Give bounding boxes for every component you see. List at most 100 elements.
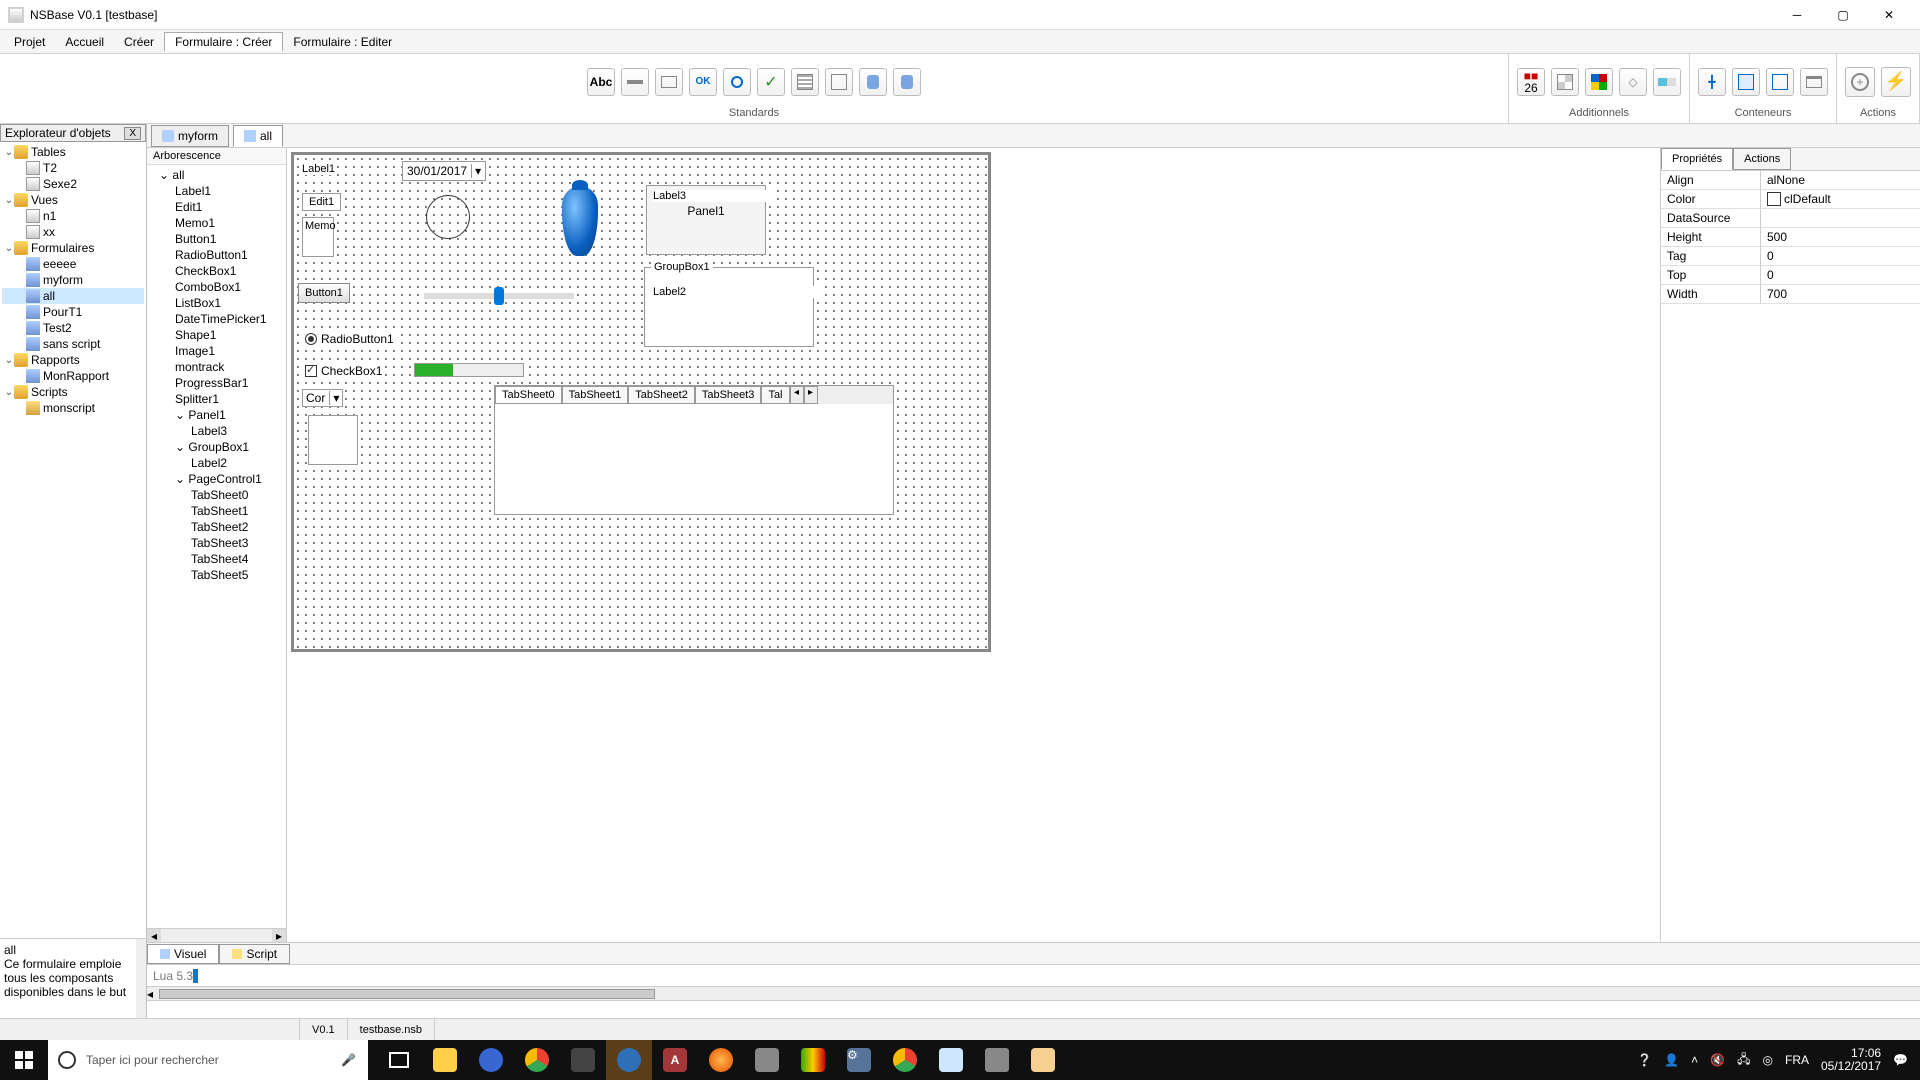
arbo-hscroll[interactable]: ◂ ▸ bbox=[147, 928, 286, 942]
tray-network-icon[interactable]: 🖧 bbox=[1737, 1050, 1750, 1071]
script-editor-line[interactable]: Lua 5.3 bbox=[147, 964, 1920, 986]
tree-node-all[interactable]: all bbox=[2, 288, 144, 304]
tab-actions[interactable]: Actions bbox=[1733, 148, 1791, 170]
tree-node-monscript[interactable]: monscript bbox=[2, 400, 144, 416]
tray-notifications-icon[interactable]: 💬 bbox=[1893, 1053, 1908, 1067]
microphone-icon[interactable]: 🎤 bbox=[341, 1053, 368, 1067]
design-label1[interactable]: Label1 bbox=[302, 163, 335, 175]
app-gear[interactable]: ⚙ bbox=[836, 1040, 882, 1080]
arbo-combobox1[interactable]: ComboBox1 bbox=[149, 279, 284, 295]
tool-grid[interactable] bbox=[1551, 68, 1579, 96]
design-pagecontrol1[interactable]: TabSheet0 TabSheet1 TabSheet2 TabSheet3 … bbox=[494, 385, 894, 515]
tab-proprietes[interactable]: Propriétés bbox=[1661, 148, 1733, 170]
tray-language[interactable]: FRA bbox=[1785, 1053, 1809, 1067]
prop-row-color[interactable]: Color clDefault bbox=[1661, 190, 1920, 209]
tool-groupbox[interactable] bbox=[1766, 68, 1794, 96]
tree-node-sans-script[interactable]: sans script bbox=[2, 336, 144, 352]
taskbar-search[interactable]: Taper ici pour rechercher 🎤 bbox=[48, 1040, 368, 1080]
form-tab-myform[interactable]: myform bbox=[151, 125, 229, 147]
taskview-button[interactable] bbox=[376, 1040, 422, 1080]
tray-chevron-up-icon[interactable]: ˄ bbox=[1691, 1053, 1698, 1067]
tree-node-rapports[interactable]: ⌄Rapports bbox=[2, 352, 144, 368]
design-panel1[interactable]: Label3 Panel1 bbox=[646, 185, 766, 255]
tray-people-icon[interactable]: 👤 bbox=[1664, 1053, 1679, 1067]
tool-panel[interactable] bbox=[1732, 68, 1760, 96]
tool-db1[interactable] bbox=[859, 68, 887, 96]
tree-node-myform[interactable]: myform bbox=[2, 272, 144, 288]
tab-sheet3[interactable]: TabSheet3 bbox=[695, 386, 762, 404]
app-db[interactable] bbox=[744, 1040, 790, 1080]
menu-projet[interactable]: Projet bbox=[4, 33, 55, 51]
menu-creer[interactable]: Créer bbox=[114, 33, 164, 51]
design-groupbox1[interactable]: GroupBox1 Label2 bbox=[644, 267, 814, 347]
tray-volume-icon[interactable]: 🔇 bbox=[1710, 1053, 1725, 1067]
arbo-montrack[interactable]: montrack bbox=[149, 359, 284, 375]
design-image1[interactable] bbox=[550, 181, 610, 261]
tree-node-test2[interactable]: Test2 bbox=[2, 320, 144, 336]
tool-splitter[interactable]: ╋ bbox=[1698, 68, 1726, 96]
prop-row-datasource[interactable]: DataSource bbox=[1661, 209, 1920, 228]
tree-node-monrapport[interactable]: MonRapport bbox=[2, 368, 144, 384]
script-hscroll[interactable]: ◂ bbox=[147, 986, 1920, 1000]
tree-node-sexe2[interactable]: Sexe2 bbox=[2, 176, 144, 192]
explorer-info-scrollbar[interactable] bbox=[136, 939, 146, 1018]
arbo-tabsheet2[interactable]: TabSheet2 bbox=[149, 519, 284, 535]
component-tree[interactable]: ⌄ all Label1 Edit1 Memo1 Button1 RadioBu… bbox=[147, 165, 286, 928]
maximize-button[interactable]: ▢ bbox=[1820, 0, 1866, 30]
design-label3[interactable]: Label3 bbox=[653, 190, 771, 202]
design-memo1[interactable]: Memo bbox=[302, 217, 334, 257]
app-generic1[interactable] bbox=[468, 1040, 514, 1080]
menu-accueil[interactable]: Accueil bbox=[55, 33, 114, 51]
prop-row-width[interactable]: Width 700 bbox=[1661, 285, 1920, 304]
tool-edit[interactable] bbox=[621, 68, 649, 96]
design-radiobutton1[interactable]: RadioButton1 bbox=[302, 331, 397, 347]
app-access[interactable]: A bbox=[652, 1040, 698, 1080]
arbo-memo1[interactable]: Memo1 bbox=[149, 215, 284, 231]
prop-row-height[interactable]: Height 500 bbox=[1661, 228, 1920, 247]
arbo-pagecontrol1[interactable]: ⌄ PageControl1 bbox=[149, 471, 284, 487]
tool-label[interactable]: Abc bbox=[587, 68, 615, 96]
design-edit1[interactable]: Edit1 bbox=[302, 193, 341, 211]
app-explorer[interactable] bbox=[422, 1040, 468, 1080]
tab-nav-next[interactable]: ▸ bbox=[804, 386, 818, 404]
arbo-tabsheet1[interactable]: TabSheet1 bbox=[149, 503, 284, 519]
app-libre[interactable] bbox=[790, 1040, 836, 1080]
arbo-radiobutton1[interactable]: RadioButton1 bbox=[149, 247, 284, 263]
chevron-down-icon[interactable]: ▾ bbox=[471, 164, 481, 178]
hscroll-thumb[interactable] bbox=[159, 989, 655, 999]
minimize-button[interactable]: ─ bbox=[1774, 0, 1820, 30]
arbo-listbox1[interactable]: ListBox1 bbox=[149, 295, 284, 311]
tool-calendar[interactable]: ■■26 bbox=[1517, 68, 1545, 96]
tool-progress[interactable] bbox=[1653, 68, 1681, 96]
tool-memo[interactable] bbox=[655, 68, 683, 96]
tool-action-bolt[interactable]: ⚡ bbox=[1881, 67, 1911, 97]
explorer-tree[interactable]: ⌄Tables T2 Sexe2 ⌄Vues n1 xx ⌄Formulaire… bbox=[0, 142, 146, 938]
app-active[interactable] bbox=[606, 1040, 652, 1080]
explorer-close-button[interactable]: X bbox=[124, 127, 141, 140]
arbo-scroll-left[interactable]: ◂ bbox=[147, 929, 161, 942]
prop-row-top[interactable]: Top 0 bbox=[1661, 266, 1920, 285]
tree-node-tables[interactable]: ⌄Tables bbox=[2, 144, 144, 160]
arbo-label1[interactable]: Label1 bbox=[149, 183, 284, 199]
tool-pagecontrol[interactable] bbox=[1800, 68, 1828, 96]
arbo-tabsheet4[interactable]: TabSheet4 bbox=[149, 551, 284, 567]
form-tab-all[interactable]: all bbox=[233, 125, 283, 147]
arbo-tabsheet0[interactable]: TabSheet0 bbox=[149, 487, 284, 503]
tab-sheet4[interactable]: Tal bbox=[761, 386, 789, 404]
arbo-shape1[interactable]: Shape1 bbox=[149, 327, 284, 343]
tool-shape[interactable]: ◇ bbox=[1619, 68, 1647, 96]
tab-sheet1[interactable]: TabSheet1 bbox=[562, 386, 629, 404]
arbo-tabsheet3[interactable]: TabSheet3 bbox=[149, 535, 284, 551]
tool-action-add[interactable]: + bbox=[1845, 67, 1875, 97]
tree-node-xx[interactable]: xx bbox=[2, 224, 144, 240]
app-notepad[interactable] bbox=[928, 1040, 974, 1080]
tab-script[interactable]: Script bbox=[219, 944, 290, 964]
design-progressbar1[interactable] bbox=[414, 363, 524, 377]
app-nsbase[interactable] bbox=[974, 1040, 1020, 1080]
arbo-edit1[interactable]: Edit1 bbox=[149, 199, 284, 215]
tree-node-formulaires[interactable]: ⌄Formulaires bbox=[2, 240, 144, 256]
arbo-image1[interactable]: Image1 bbox=[149, 343, 284, 359]
tab-visuel[interactable]: Visuel bbox=[147, 944, 219, 964]
tool-db2[interactable] bbox=[893, 68, 921, 96]
tool-listbox[interactable] bbox=[791, 68, 819, 96]
